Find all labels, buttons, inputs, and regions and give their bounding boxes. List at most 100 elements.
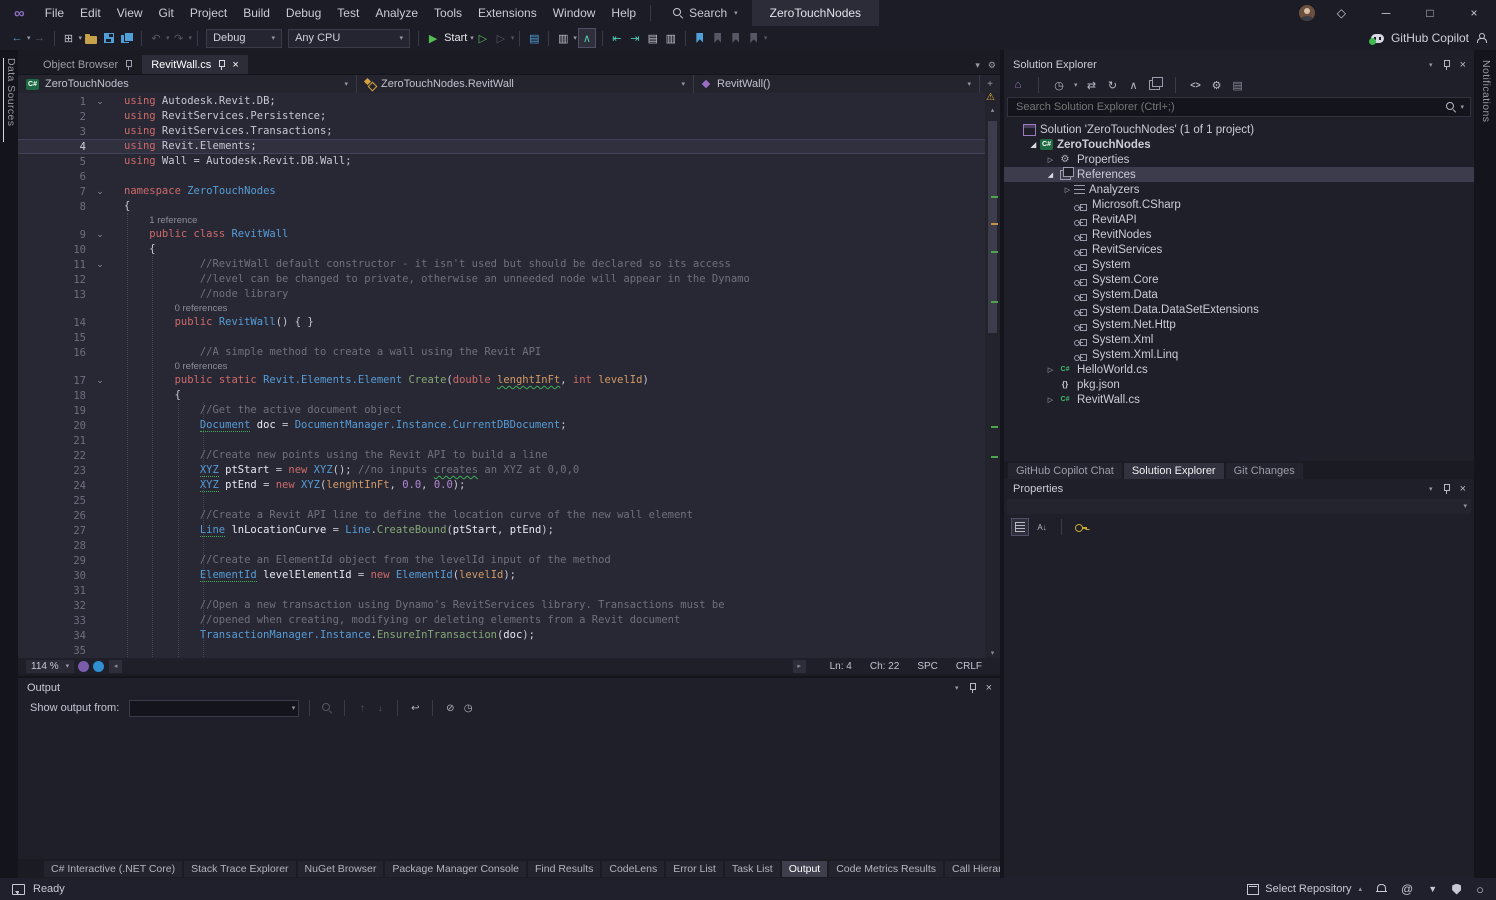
code-line-13[interactable]: 13//node library <box>18 287 985 302</box>
select-repository-button[interactable]: Select Repository ▴ <box>1247 883 1362 895</box>
navigate-forward-button[interactable]: → <box>32 29 48 47</box>
clear-all-icon[interactable]: ⊘ <box>443 703 457 714</box>
expand-arrow-icon[interactable]: ▷ <box>1044 156 1057 164</box>
bottom-tab-codelens[interactable]: CodeLens <box>602 861 664 877</box>
menu-file[interactable]: File <box>37 0 72 26</box>
properties-object-select[interactable]: ▾ <box>1007 499 1471 514</box>
tree-item-references[interactable]: ◢References <box>1004 167 1474 182</box>
window-layout-icon[interactable]: ▥ <box>555 29 571 47</box>
menu-extensions[interactable]: Extensions <box>470 0 545 26</box>
line-ending-indicator[interactable]: CRLF <box>956 661 982 672</box>
save-all-icon[interactable] <box>121 33 133 44</box>
tree-item-system-data[interactable]: System.Data <box>1004 287 1474 302</box>
pin-icon[interactable] <box>1442 484 1451 494</box>
clear-bookmarks-icon[interactable] <box>750 33 757 43</box>
bottom-tab-code-metrics-results[interactable]: Code Metrics Results <box>829 861 943 877</box>
key-icon[interactable] <box>1075 523 1087 531</box>
tree-item-revitwall-cs[interactable]: ▷C#RevitWall.cs <box>1004 392 1474 407</box>
pin-icon[interactable] <box>217 60 226 70</box>
code-line-15[interactable]: 15 <box>18 330 985 345</box>
scroll-up-icon[interactable]: ▴ <box>985 106 1000 114</box>
navigate-back-dropdown[interactable]: ▾ <box>27 34 31 42</box>
expand-arrow-icon[interactable]: ▷ <box>1061 186 1074 194</box>
split-editor-icon[interactable]: + <box>980 75 1000 93</box>
solution-configuration-select[interactable]: Debug▾ <box>206 29 282 48</box>
new-file-icon[interactable]: ▤ <box>526 29 542 47</box>
code-line-30[interactable]: 30ElementId levelElementId = new Element… <box>18 568 985 583</box>
show-all-files-icon[interactable] <box>1149 80 1160 90</box>
code-line-29[interactable]: 29//Create an ElementId object from the … <box>18 553 985 568</box>
scroll-left-icon[interactable]: ◂ <box>109 660 122 673</box>
vertical-scrollbar[interactable]: ⚠ ▴ ▾ <box>985 93 1000 658</box>
search-options-icon[interactable]: ▾ <box>1460 103 1464 111</box>
menu-analyze[interactable]: Analyze <box>367 0 426 26</box>
feedback-bubble-icon[interactable] <box>12 884 25 895</box>
feedback-person-icon[interactable] <box>1476 33 1486 43</box>
tree-item-system-core[interactable]: System.Core <box>1004 272 1474 287</box>
send-feedback-icon[interactable]: @ <box>1401 882 1413 896</box>
find-message-icon[interactable] <box>322 703 332 713</box>
tree-item-system-data-datasetextensions[interactable]: System.Data.DataSetExtensions <box>1004 302 1474 317</box>
preview-icon[interactable]: ▤ <box>1231 77 1245 93</box>
tree-item-microsoft-csharp[interactable]: Microsoft.CSharp <box>1004 197 1474 212</box>
code-line-24[interactable]: 24XYZ ptEnd = new XYZ(lenghtInFt, 0.0, 0… <box>18 478 985 493</box>
solution-platform-select[interactable]: Any CPU▾ <box>288 29 410 48</box>
code-line-32[interactable]: 32//Open a new transaction using Dynamo'… <box>18 598 985 613</box>
tree-item-revitnodes[interactable]: RevitNodes <box>1004 227 1474 242</box>
scroll-down-icon[interactable]: ▾ <box>985 649 1000 657</box>
warning-icon[interactable]: ⚠ <box>986 93 995 103</box>
next-bookmark-icon[interactable] <box>732 33 739 43</box>
fold-icon[interactable]: ⌄ <box>86 184 114 199</box>
account-circle-icon[interactable]: ○ <box>1476 882 1484 897</box>
search-control[interactable]: Search ▾ <box>673 6 738 20</box>
code-line-27[interactable]: 27Line lnLocationCurve = Line.CreateBoun… <box>18 523 985 538</box>
save-icon[interactable] <box>104 33 114 43</box>
window-layout-dropdown[interactable]: ▾ <box>573 34 577 42</box>
code-line-4[interactable]: 4using Revit.Elements; <box>18 139 985 154</box>
new-project-button[interactable]: ⊞ <box>61 29 77 47</box>
menu-project[interactable]: Project <box>182 0 235 26</box>
code-line-35[interactable]: 35 <box>18 643 985 658</box>
pin-icon[interactable] <box>1442 60 1451 70</box>
line-indicator[interactable]: Ln: 4 <box>830 661 852 672</box>
codelens-references[interactable]: 0 references <box>175 361 228 372</box>
menu-test[interactable]: Test <box>329 0 367 26</box>
bookmark-icon[interactable] <box>696 33 703 43</box>
code-line-5[interactable]: 5using Wall = Autodesk.Revit.DB.Wall; <box>18 154 985 169</box>
bottom-tab-c-interactive-net-core-[interactable]: C# Interactive (.NET Core) <box>44 861 182 877</box>
menu-view[interactable]: View <box>109 0 151 26</box>
window-menu-icon[interactable]: ▾ <box>1429 61 1433 69</box>
expand-arrow-icon[interactable]: ◢ <box>1027 141 1040 149</box>
code-line-25[interactable]: 25 <box>18 493 985 508</box>
copilot-status[interactable]: GitHub Copilot <box>1371 31 1486 45</box>
toolbar-overflow[interactable]: ▾ <box>764 34 768 42</box>
tree-item-system-net-http[interactable]: System.Net.Http <box>1004 317 1474 332</box>
notifications-bell-icon[interactable] <box>1377 884 1386 894</box>
code-line-6[interactable]: 6 <box>18 169 985 184</box>
increase-indent-icon[interactable]: ⇥ <box>627 29 643 47</box>
column-indicator[interactable]: Ch: 22 <box>870 661 899 672</box>
panel-tab-github-copilot-chat[interactable]: GitHub Copilot Chat <box>1008 463 1122 479</box>
code-line-2[interactable]: 2using RevitServices.Persistence; <box>18 109 985 124</box>
expand-arrow-icon[interactable]: ▷ <box>1044 396 1057 404</box>
attach-dropdown[interactable]: ▾ <box>511 34 515 42</box>
tab-object-browser[interactable]: Object Browser <box>34 55 142 74</box>
alphabetical-icon[interactable]: A↓ <box>1034 519 1050 535</box>
code-line-16[interactable]: 16//A simple method to create a wall usi… <box>18 345 985 360</box>
close-button[interactable]: × <box>1452 6 1496 20</box>
bottom-tab-output[interactable]: Output <box>782 861 828 877</box>
fold-icon[interactable]: ⌄ <box>86 94 114 109</box>
shield-icon[interactable] <box>1452 884 1461 895</box>
code-line-28[interactable]: 28 <box>18 538 985 553</box>
code-line-26[interactable]: 26//Create a Revit API line to define th… <box>18 508 985 523</box>
bottom-tab-task-list[interactable]: Task List <box>725 861 780 877</box>
maximize-button[interactable]: □ <box>1408 6 1452 20</box>
pin-icon[interactable] <box>124 60 133 70</box>
codelens-references[interactable]: 1 reference <box>149 215 197 226</box>
tab-list-icon[interactable]: ▾ <box>975 60 980 71</box>
collapse-all-icon[interactable]: ∧ <box>1127 77 1141 93</box>
sync-with-active-document-icon[interactable]: ⇄ <box>1085 77 1099 93</box>
tree-item-properties[interactable]: ▷⚙Properties <box>1004 152 1474 167</box>
space-indicator[interactable]: SPC <box>917 661 938 672</box>
menu-build[interactable]: Build <box>235 0 278 26</box>
